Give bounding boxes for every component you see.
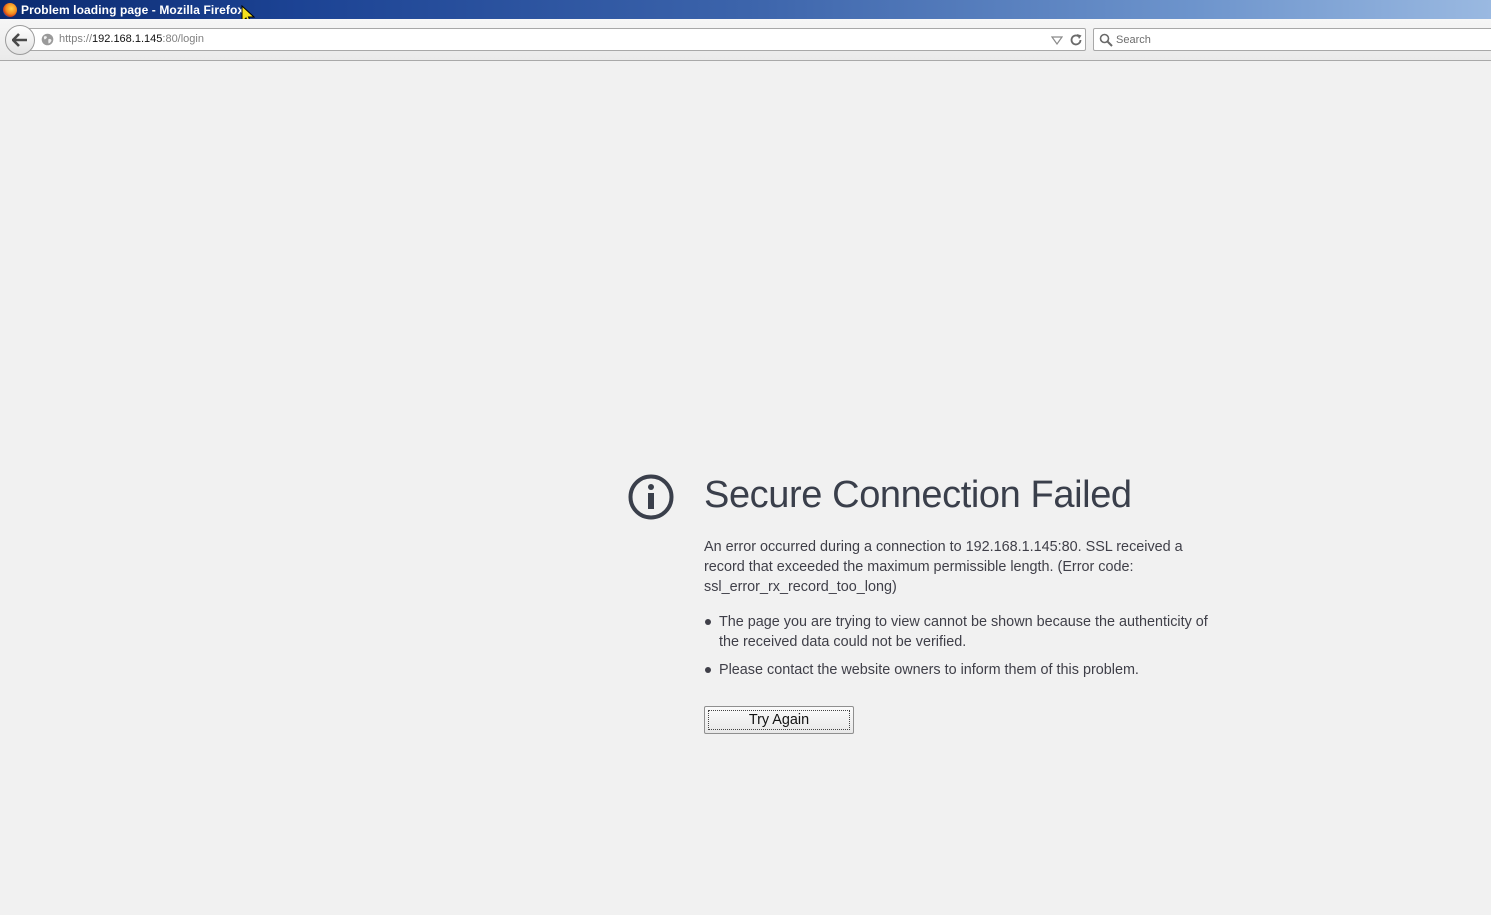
history-dropdown-icon[interactable] [1051, 36, 1063, 45]
try-again-label: Try Again [708, 710, 850, 730]
window-titlebar: Problem loading page - Mozilla Firefox [0, 0, 1491, 19]
error-title: Secure Connection Failed [704, 474, 1132, 516]
url-host: 192.168.1.145 [92, 33, 163, 45]
reload-icon[interactable] [1069, 33, 1083, 47]
url-bar[interactable]: https://192.168.1.145:80/login [28, 28, 1086, 51]
window-title: Problem loading page - Mozilla Firefox [21, 2, 245, 17]
search-bar[interactable] [1093, 28, 1491, 51]
globe-icon[interactable] [41, 33, 54, 46]
firefox-logo-icon [3, 2, 17, 17]
url-scheme: https:// [59, 33, 93, 45]
navigation-toolbar: https://192.168.1.145:80/login [0, 19, 1491, 61]
search-icon[interactable] [1099, 33, 1113, 47]
list-item: Please contact the website owners to inf… [704, 660, 1224, 680]
url-text[interactable]: https://192.168.1.145:80/login [59, 33, 204, 45]
list-item: The page you are trying to view cannot b… [704, 612, 1224, 652]
url-path: :80/login [162, 33, 204, 45]
error-description: An error occurred during a connection to… [704, 539, 1183, 595]
back-arrow-icon [12, 33, 27, 47]
back-button[interactable] [5, 25, 35, 55]
search-input[interactable] [1116, 31, 1476, 48]
try-again-button[interactable]: Try Again [704, 706, 854, 734]
info-icon [628, 474, 674, 520]
error-suggestions-list: The page you are trying to view cannot b… [704, 612, 1224, 688]
